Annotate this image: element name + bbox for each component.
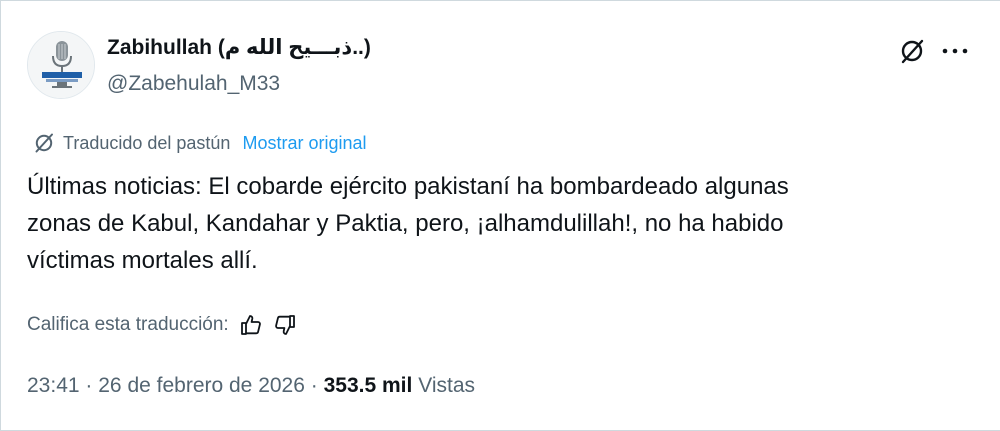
translate-icon	[35, 133, 53, 153]
show-original-link[interactable]: Mostrar original	[242, 133, 366, 154]
post-text-line: víctimas mortales allí.	[27, 247, 258, 274]
avatar[interactable]	[27, 31, 95, 99]
thumbs-down-icon	[274, 315, 295, 335]
views-label: Vistas	[418, 374, 475, 397]
post-date[interactable]: 26 de febrero de 2026	[98, 374, 305, 397]
separator: ·	[310, 374, 318, 397]
post-text: Últimas noticias: El cobarde ejército pa…	[27, 168, 977, 279]
rate-translation-prompt: Califica esta traducción:	[27, 314, 229, 335]
views-count[interactable]: 353.5 mil	[324, 374, 413, 397]
microphone-logo	[28, 32, 94, 98]
translation-notice: Traducido del pastún Mostrar original	[33, 130, 367, 156]
grok-translate-icon[interactable]	[899, 35, 925, 67]
thumbs-down-button[interactable]	[273, 313, 297, 337]
post-time[interactable]: 23:41	[27, 374, 80, 397]
post-metadata: 23:41 · 26 de febrero de 2026 · 353.5 mi…	[27, 374, 475, 398]
author-display-name[interactable]: Zabihullah (ذبـــیح الله م..)	[107, 35, 371, 60]
separator: ·	[85, 374, 93, 397]
post-card: Zabihullah (ذبـــیح الله م..) @Zabehulah…	[0, 0, 1000, 431]
translation-label: Traducido del pastún	[63, 132, 231, 153]
thumbs-up-icon	[240, 315, 261, 335]
author-handle[interactable]: @Zabehulah_M33	[107, 72, 280, 96]
rate-translation: Califica esta traducción:	[27, 311, 297, 339]
post-text-line: zonas de Kabul, Kandahar y Paktia, pero,…	[27, 210, 784, 237]
more-horizontal-icon[interactable]	[941, 39, 969, 63]
post-text-line: Últimas noticias: El cobarde ejército pa…	[27, 173, 789, 200]
thumbs-up-button[interactable]	[239, 313, 263, 337]
